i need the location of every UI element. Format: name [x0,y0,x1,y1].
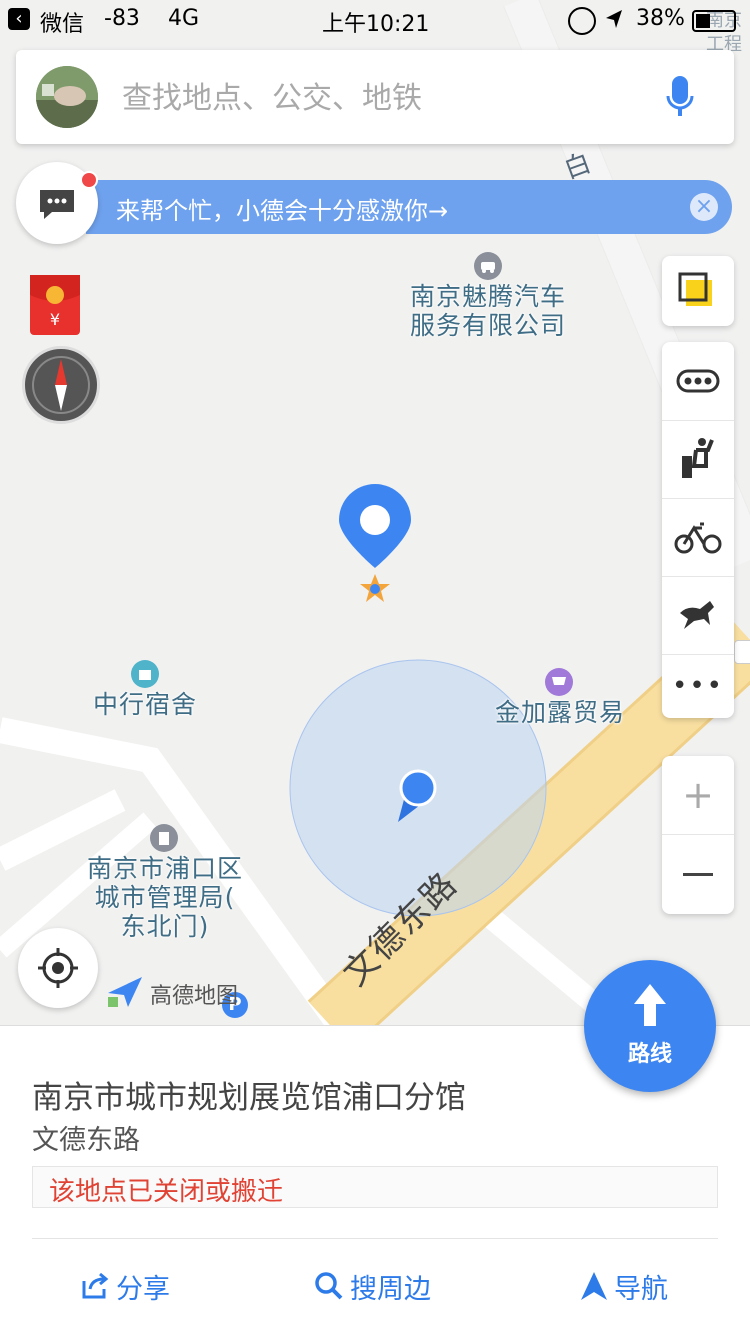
share-label: 分享 [116,1273,170,1305]
more-tools-button[interactable]: ••• [662,654,734,718]
zoom-out-button[interactable] [662,835,734,913]
layers-icon [678,272,712,306]
search-nearby-label: 搜周边 [350,1273,431,1305]
poi-meiteng-line2: 服务有限公司 [409,311,566,340]
feedback-banner[interactable]: 来帮个忙，小德会十分感激你→ × [86,180,732,234]
shopping-cart-icon [545,668,573,696]
hail-taxi-icon [682,438,714,478]
route-label: 路线 [627,1042,672,1067]
search-nearby-button[interactable]: 搜周边 [314,1264,431,1308]
bike-button[interactable] [662,498,734,577]
map-canvas[interactable]: 白云巷 文德东路 南京 工程 南京魅腾汽车 服务有限公司 中行宿舍 金加露贸易 [0,0,750,1025]
search-input[interactable] [120,74,644,122]
poi-jinjialu[interactable]: 金加露贸易 [482,698,638,727]
poi-meiteng-line1: 南京魅腾汽车 [409,282,566,311]
taxi-button[interactable] [662,420,734,499]
crosshair-icon [38,948,78,988]
amap-logo-icon [106,975,144,1009]
current-location-icon [396,768,440,824]
back-arrow-icon[interactable]: ‹ [8,8,30,30]
amap-logo-text: 高德地图 [150,984,239,1009]
travel-button[interactable] [662,576,734,655]
place-name: 南京市城市规划展览馆浦口分馆 [32,1080,466,1116]
government-building-icon [150,824,178,852]
traffic-icon [676,369,720,393]
orientation-lock-icon [568,7,596,35]
car-service-icon [474,252,502,280]
close-icon[interactable]: × [690,193,718,221]
poi-bureau-line3: 东北门) [120,912,210,941]
transport-mode-panel: ••• [662,342,734,718]
traffic-light-icon [734,640,750,664]
unread-dot [80,171,98,189]
status-time: 上午10:21 [322,12,430,37]
layers-button[interactable] [662,256,734,326]
zoom-in-button[interactable]: + [662,756,734,835]
share-button[interactable]: 分享 [80,1264,170,1308]
locate-me-button[interactable] [18,928,98,1008]
place-address: 文德东路 [32,1125,140,1156]
status-back-app[interactable]: 微信 [40,6,84,38]
favorite-star-icon [359,572,391,604]
divider [32,1238,718,1239]
horse-icon [680,601,714,629]
minus-icon [683,872,713,876]
banner-text: 来帮个忙，小德会十分感激你→ [116,197,449,225]
search-bar[interactable] [16,50,734,144]
selected-location-pin-icon[interactable] [333,478,417,570]
location-arrow-icon [604,8,624,36]
route-arrow-icon [634,984,666,1026]
poi-meiteng[interactable]: 南京魅腾汽车 服务有限公司 [398,282,578,340]
poi-bureau-line2: 城市管理局( [94,883,236,912]
bicycle-icon [674,522,722,554]
share-icon [82,1272,109,1299]
user-avatar[interactable] [36,66,98,128]
status-network: 4G [168,6,200,31]
closed-notice-text: 该地点已关闭或搬迁 [49,1177,284,1207]
more-dots-icon: ••• [671,671,724,701]
plus-icon: + [682,773,714,817]
red-packet-icon[interactable]: ¥ [30,275,80,335]
navigate-label: 导航 [614,1273,668,1305]
closed-notice: 该地点已关闭或搬迁 [32,1166,718,1208]
poi-bureau-line1: 南京市浦口区 [86,854,243,883]
dormitory-icon [131,660,159,688]
search-icon [315,1272,343,1300]
status-bar: ‹ 微信 -83 4G 上午10:21 38% [0,0,750,40]
poi-zhonghang[interactable]: 中行宿舍 [80,690,210,719]
status-signal: -83 [104,6,140,31]
zoom-controls: + [662,756,734,914]
microphone-icon[interactable] [666,74,694,122]
navigate-button[interactable]: 导航 [580,1264,668,1308]
navigation-arrow-icon [581,1272,607,1300]
poi-bureau[interactable]: 南京市浦口区 城市管理局( 东北门) [70,854,260,941]
svg-text:¥: ¥ [50,310,60,329]
compass-icon[interactable] [22,346,100,424]
route-button[interactable]: 路线 [584,960,716,1092]
battery-icon [692,10,736,32]
traffic-toggle-button[interactable] [662,342,734,421]
status-battery: 38% [636,6,685,31]
